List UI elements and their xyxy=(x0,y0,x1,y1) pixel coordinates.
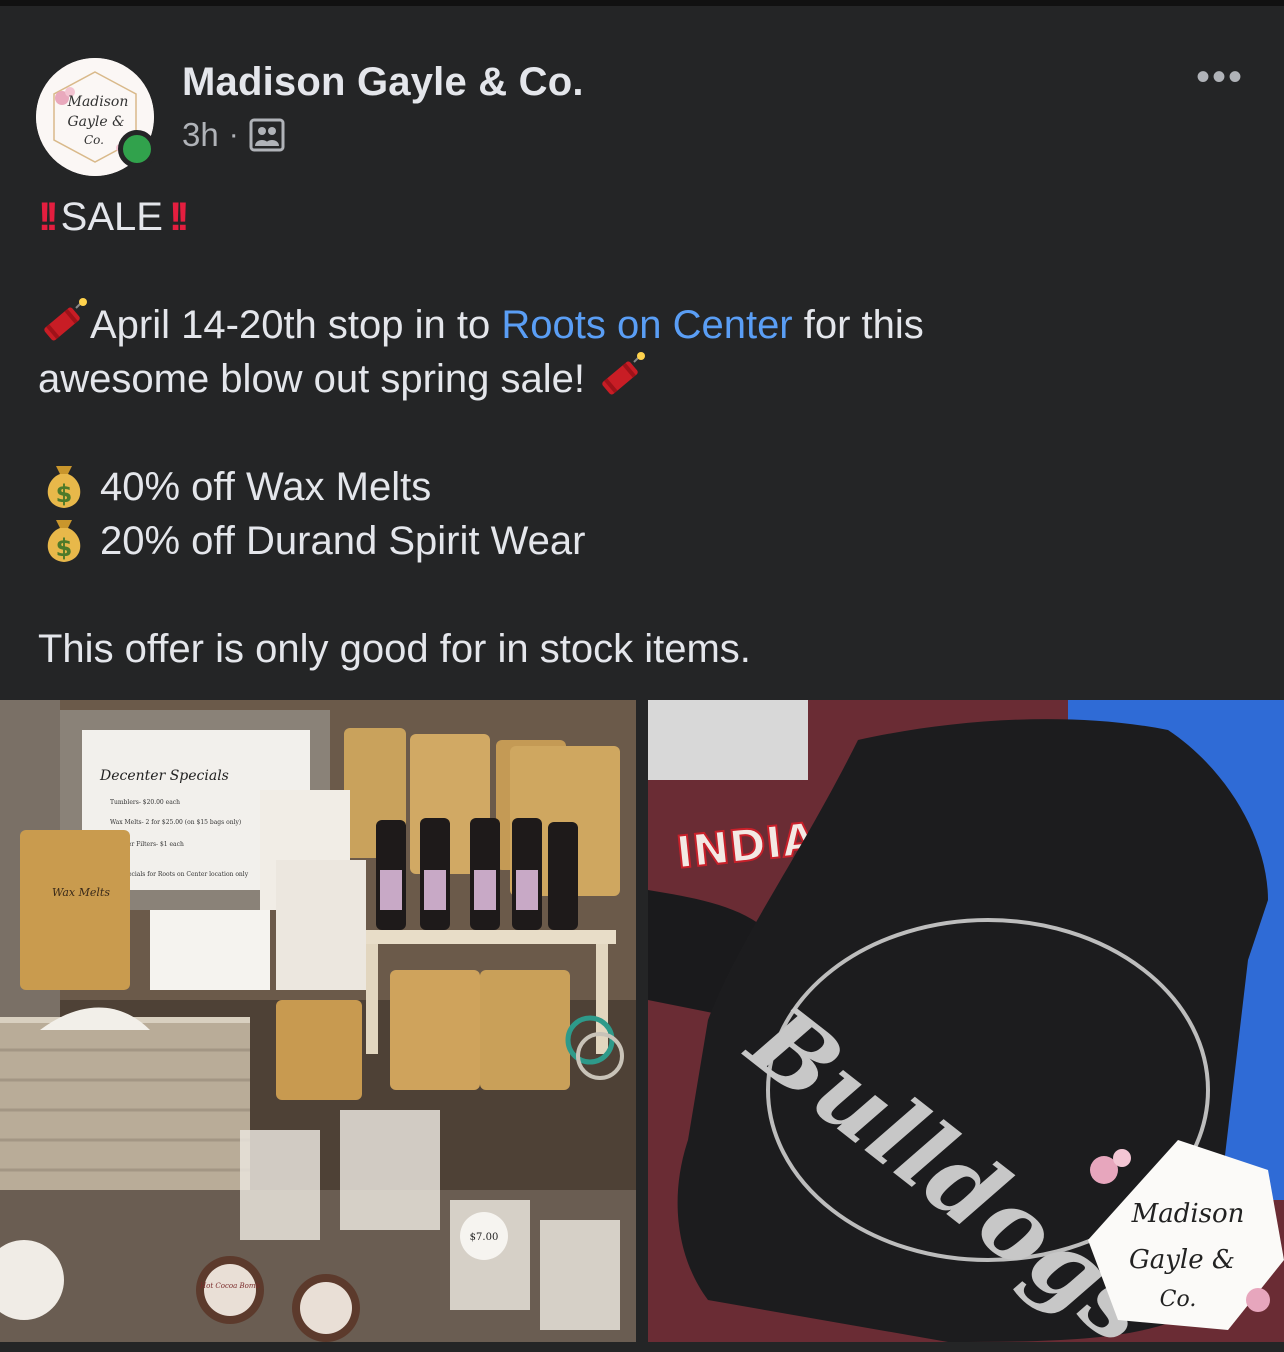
double-exclamation-icon: !! xyxy=(38,195,58,239)
offer-wax-melts: 40% off Wax Melts xyxy=(100,465,432,509)
svg-text:Gayle &: Gayle & xyxy=(1129,1245,1235,1275)
firecracker-icon xyxy=(596,352,648,398)
top-divider xyxy=(0,0,1284,6)
svg-text:Tumblers- $20.00 each: Tumblers- $20.00 each xyxy=(110,799,180,806)
meta-separator: · xyxy=(228,118,239,151)
more-options-icon[interactable]: ••• xyxy=(1196,57,1244,97)
photo-spirit-wear[interactable]: INDIANS Bulldogs Madison Gayle & Co. xyxy=(648,700,1284,1342)
post-header: Madison Gayle & Co. Madison Gayle & Co. … xyxy=(0,40,1284,176)
sale-description-text: awesome blow out spring sale! xyxy=(38,357,585,401)
sale-dates-text-end: for this xyxy=(792,303,924,347)
offer-line: $ 20% off Durand Spirit Wear xyxy=(38,514,1248,568)
svg-text:Gayle &: Gayle & xyxy=(67,114,124,130)
double-exclamation-icon: !! xyxy=(168,195,189,239)
svg-text:Specials for Roots on Center l: Specials for Roots on Center location on… xyxy=(120,871,249,878)
money-bag-icon: $ xyxy=(38,460,90,510)
svg-text:Wax Melts- 2 for $25.00 (on $1: Wax Melts- 2 for $25.00 (on $15 bags onl… xyxy=(110,819,241,826)
disclaimer-line: This offer is only good for in stock ite… xyxy=(38,627,751,671)
svg-text:Madison: Madison xyxy=(1131,1199,1245,1229)
offer-spirit-wear: 20% off Durand Spirit Wear xyxy=(100,519,586,563)
audience-icon[interactable] xyxy=(249,118,285,152)
sale-heading: SALE xyxy=(60,195,163,239)
money-bag-icon: $ xyxy=(38,514,90,564)
svg-text:$7.00: $7.00 xyxy=(470,1232,499,1243)
svg-text:$: $ xyxy=(56,480,73,508)
svg-text:Wax Melts: Wax Melts xyxy=(52,886,110,899)
post-meta: 3h · xyxy=(182,116,285,154)
photo-wax-melt-display[interactable]: Decenter Specials Tumblers- $20.00 each … xyxy=(0,700,636,1342)
sale-description-line: awesome blow out spring sale! xyxy=(38,352,1248,406)
svg-text:Co.: Co. xyxy=(84,133,104,147)
svg-text:$: $ xyxy=(56,534,73,562)
post-body: !! SALE!! April 14-20th stop in to Roots … xyxy=(38,190,1248,676)
firecracker-icon xyxy=(38,298,90,344)
svg-text:Madison: Madison xyxy=(67,94,129,110)
offer-line: $ 40% off Wax Melts xyxy=(38,460,1248,514)
svg-text:Co.: Co. xyxy=(1160,1287,1197,1312)
sale-dates-text: April 14-20th stop in to xyxy=(90,303,502,347)
sale-dates-line: April 14-20th stop in to Roots on Center… xyxy=(38,298,1248,352)
roots-on-center-link[interactable]: Roots on Center xyxy=(501,303,792,347)
svg-text:Hot Cocoa Bomb: Hot Cocoa Bomb xyxy=(199,1282,260,1290)
svg-text:Decenter Specials: Decenter Specials xyxy=(99,768,229,784)
post-time[interactable]: 3h xyxy=(182,116,219,154)
online-status-indicator xyxy=(118,130,156,168)
sale-heading-line: !! SALE!! xyxy=(38,190,1248,244)
author-name[interactable]: Madison Gayle & Co. xyxy=(182,60,584,105)
